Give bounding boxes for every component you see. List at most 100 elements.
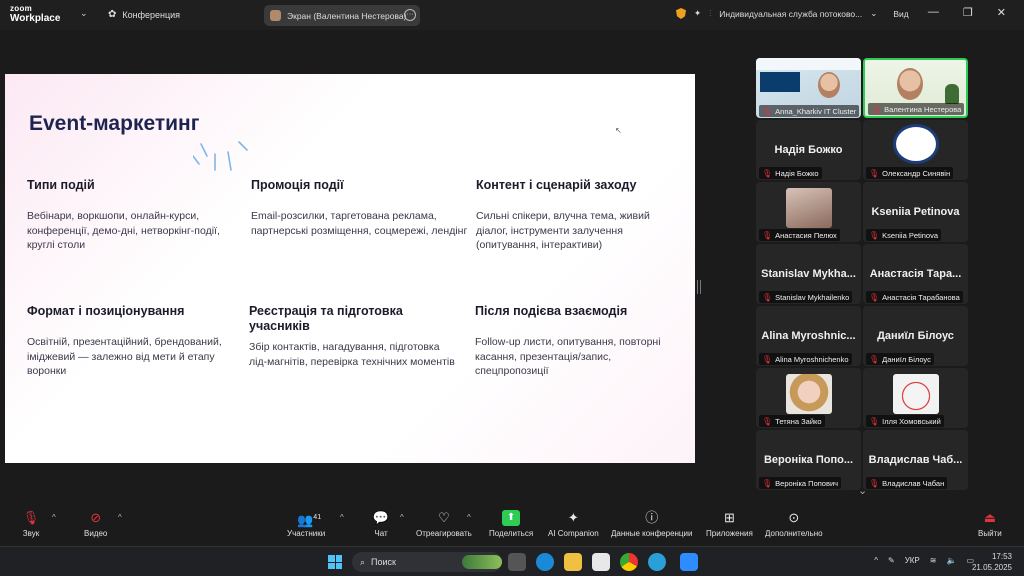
restore-icon[interactable]: ❐ — [963, 6, 973, 19]
ai-companion-button[interactable]: ✦ AI Companion — [548, 510, 599, 538]
zoom-logo: zoom Workplace — [10, 4, 60, 24]
participant-name: Ілля Хомовський — [882, 416, 941, 426]
apps-button[interactable]: ⊞ Приложения — [706, 510, 753, 538]
share-label: Поделиться — [489, 529, 534, 538]
participant-tile[interactable]: Ksenіia Petinova 🎙 Ksenіia Petinova — [863, 182, 968, 242]
pen-icon[interactable]: ✎ — [888, 556, 895, 565]
chat-button[interactable]: 💬 Чат — [372, 510, 390, 538]
tile-caption: 🎙 Вероніка Попович — [759, 477, 842, 489]
more-icon: ⊙ — [788, 510, 800, 525]
chevron-down-icon[interactable]: ⌄ — [80, 8, 88, 19]
paw-icon: ✿ — [108, 9, 117, 20]
sparkle-icon[interactable]: ✦ — [694, 8, 701, 19]
view-button[interactable]: Вид — [893, 9, 908, 19]
tile-caption: 🎙 Олександр Синявін — [866, 167, 954, 179]
split-resize-handle[interactable] — [697, 280, 701, 294]
more-icon[interactable]: ··· — [404, 9, 416, 21]
participant-tile[interactable]: Alina Myroshnic... 🎙 Alina Myroshnichenko — [756, 306, 861, 366]
tile-caption: 🎙 Ksenіia Petinova — [866, 229, 942, 241]
block-heading: Контент і сценарій заходу — [476, 178, 637, 192]
slide-block-3: Контент і сценарій заходу Сильні спікери… — [476, 178, 676, 253]
block-heading: Реєстрація та підготовка учасників — [249, 304, 403, 333]
participants-count: 41 — [313, 514, 322, 521]
tile-caption: 🎙 Анастасия Пелюх — [759, 229, 840, 241]
shared-screen: Event-маркетинг ↖ Типи подій Вебінари, в… — [5, 74, 695, 463]
participant-name: Анастасия Пелюх — [775, 230, 837, 240]
info-icon: ⓘ — [645, 510, 659, 525]
participant-display-name: Даниїл Білоус — [877, 330, 954, 342]
window-controls: — ❐ ✕ — [928, 6, 1006, 19]
participant-tile[interactable]: 🎙 Анастасия Пелюх — [756, 182, 861, 242]
participant-display-name: Stanislav Mykha... — [761, 268, 856, 280]
mic-muted-icon: 🎙 — [762, 230, 773, 240]
meeting-label: Конференция — [122, 9, 181, 20]
participant-display-name: Alina Myroshnic... — [761, 330, 856, 342]
participant-tile[interactable]: 🎙 Тетяна Зайко — [756, 368, 861, 428]
participant-tile[interactable]: Даниїл Білоус 🎙 Даниїл Білоус — [863, 306, 968, 366]
participant-avatar — [893, 374, 939, 414]
audio-button[interactable]: 🎙 Звук — [22, 510, 40, 538]
clock-time: 17:53 — [991, 552, 1012, 561]
leave-button[interactable]: ⏏ Выйти — [978, 510, 1002, 538]
participant-tile[interactable]: 🎙 Олександр Синявін — [863, 120, 968, 180]
participant-tile[interactable]: 🎙 Anna_Kharkiv IT Cluster — [756, 58, 861, 118]
ai-sparkle-icon: ✦ — [567, 510, 579, 525]
screen-share-pill[interactable]: Экран (Валентина Нестерова) ··· — [264, 5, 420, 26]
edge-browser-icon[interactable] — [536, 553, 554, 571]
telegram-icon[interactable] — [648, 553, 666, 571]
tile-caption: 🎙 Анастасія Тарабанова — [866, 291, 963, 303]
participant-tile[interactable]: 🎙 Ілля Хомовський — [863, 368, 968, 428]
logo-line2: Workplace — [10, 13, 61, 24]
participant-name: Владислав Чабан — [882, 478, 945, 488]
participants-button[interactable]: 👥41 Участники — [287, 510, 325, 538]
participant-name: Надія Божко — [775, 168, 819, 178]
security-shield-icon[interactable] — [676, 8, 686, 19]
heart-icon: ♡ — [438, 510, 450, 525]
info-label: Данные конференции — [611, 529, 693, 538]
participant-tile[interactable]: Надія Божко 🎙 Надія Божко — [756, 120, 861, 180]
store-icon[interactable] — [592, 553, 610, 571]
meeting-menu[interactable]: ✿ Конференция — [108, 9, 180, 20]
zoom-app-icon[interactable] — [680, 553, 698, 571]
participant-tile[interactable]: Анастасія Тара... 🎙 Анастасія Тарабанова — [863, 244, 968, 304]
participant-name: Тетяна Зайко — [775, 416, 822, 426]
chevron-down-icon[interactable]: ⌄ — [870, 8, 877, 19]
participants-caret-icon[interactable]: ^ — [340, 513, 344, 522]
close-icon[interactable]: ✕ — [997, 6, 1006, 19]
audio-options-caret-icon[interactable]: ^ — [52, 513, 56, 522]
os-taskbar: ⌕ Поиск ^ ✎ УКР ≋ 🔈 ▭ 17:53 21.05.2025 — [0, 546, 1024, 576]
streaming-service-label[interactable]: Индивидуальная служба потоково... — [719, 9, 862, 19]
participant-tile[interactable]: Владислав Чаб... 🎙 Владислав Чабан — [863, 430, 968, 490]
chrome-icon[interactable] — [620, 553, 638, 571]
participant-tile-active-speaker[interactable]: 🎙 Валентина Нестерова — [863, 58, 968, 118]
gallery-scroll-down-icon[interactable]: ⌄ — [858, 484, 867, 497]
task-view-icon[interactable] — [508, 553, 526, 571]
more-button[interactable]: ⊙ Дополнительно — [765, 510, 823, 538]
participant-tile[interactable]: Stanislav Mykha... 🎙 Stanislav Mykhailenk… — [756, 244, 861, 304]
wifi-icon[interactable]: ≋ — [930, 556, 937, 565]
mic-muted-icon: 🎙 — [871, 104, 882, 114]
chevron-up-icon[interactable]: ^ — [874, 556, 878, 565]
video-options-caret-icon[interactable]: ^ — [118, 513, 122, 522]
chat-caret-icon[interactable]: ^ — [400, 513, 404, 522]
screen-share-label: Экран (Валентина Нестерова) — [287, 10, 407, 21]
taskbar-search[interactable]: ⌕ Поиск — [352, 552, 502, 572]
speaker-icon[interactable]: 🔈 — [946, 556, 956, 565]
participant-name: Вероніка Попович — [775, 478, 839, 488]
organization-logo — [893, 124, 939, 164]
meeting-info-button[interactable]: ⓘ Данные конференции — [611, 510, 692, 538]
clock[interactable]: 17:53 21.05.2025 — [972, 551, 1012, 573]
video-label: Видео — [84, 529, 108, 538]
block-heading: Промоція події — [251, 178, 344, 192]
share-button[interactable]: ⬆ Поделиться — [489, 510, 533, 538]
react-caret-icon[interactable]: ^ — [467, 513, 471, 522]
windows-start-icon[interactable] — [328, 555, 342, 569]
participant-tile[interactable]: Вероніка Попо... 🎙 Вероніка Попович — [756, 430, 861, 490]
video-button[interactable]: ⊘ Видео — [84, 510, 107, 538]
presenter-avatar — [270, 10, 281, 21]
language-indicator[interactable]: УКР — [905, 556, 920, 565]
mic-off-icon: 🎙 — [22, 510, 40, 525]
file-explorer-icon[interactable] — [564, 553, 582, 571]
react-button[interactable]: ♡ Отреагировать — [416, 510, 472, 538]
minimize-icon[interactable]: — — [928, 6, 939, 19]
